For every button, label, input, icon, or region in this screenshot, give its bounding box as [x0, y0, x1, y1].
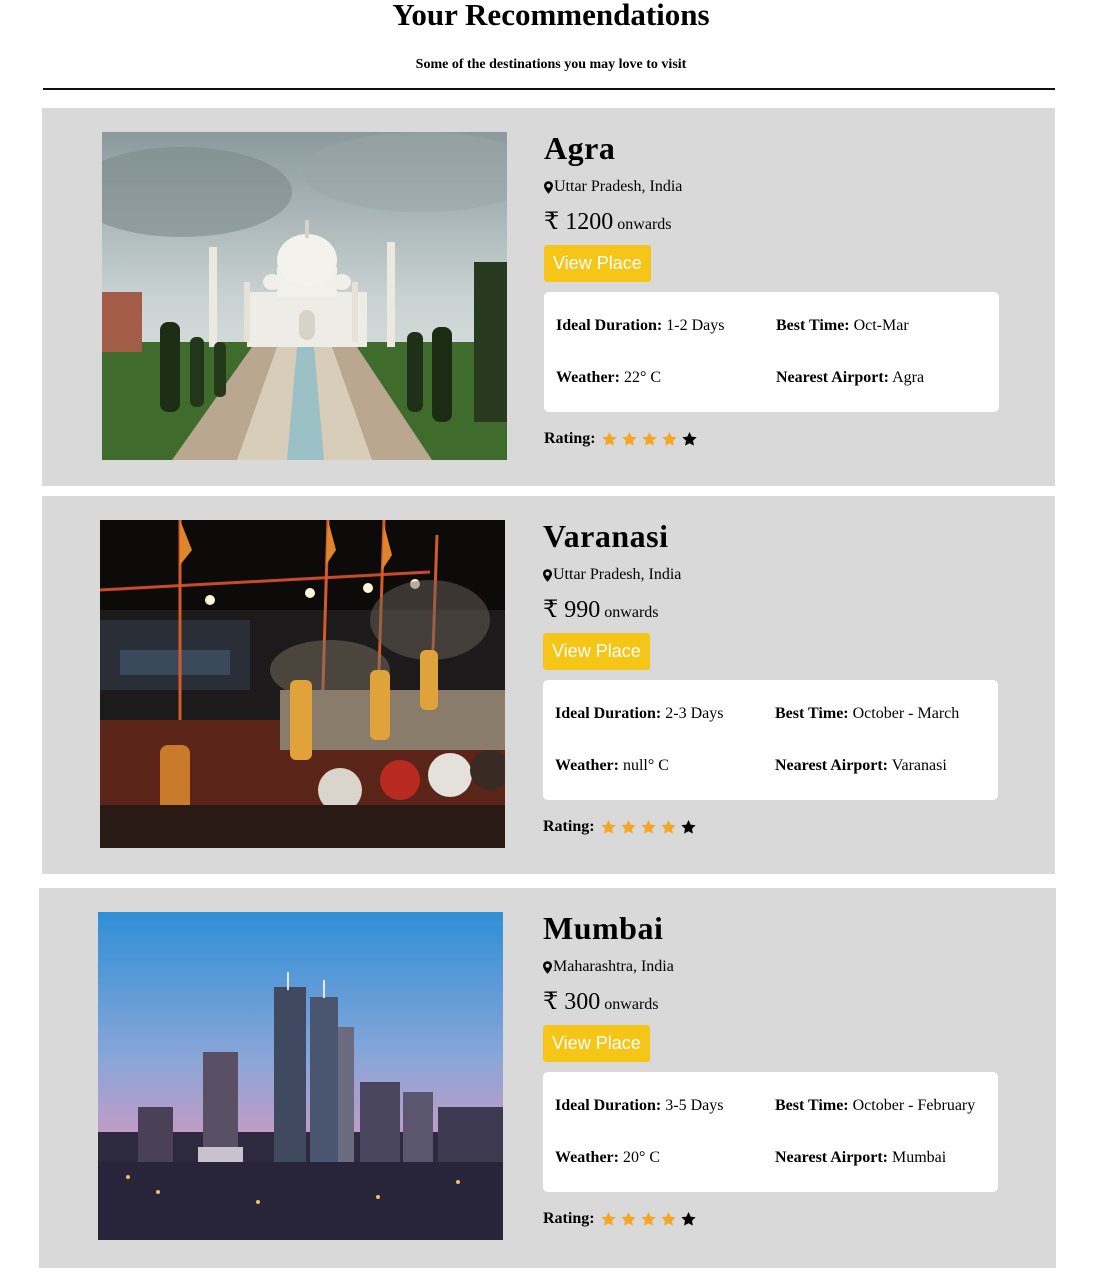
star-filled-icon — [641, 432, 657, 446]
price-suffix: onwards — [617, 216, 672, 233]
ideal-duration: Ideal Duration: 2-3 Days — [555, 705, 724, 722]
place-card-varanasi: Varanasi Uttar Pradesh, India ₹ 990 onwa… — [42, 496, 1055, 874]
star-filled-icon — [621, 432, 637, 446]
taj-mahal-photo — [102, 132, 507, 460]
rating-stars — [600, 1211, 700, 1227]
place-card-agra: Agra Uttar Pradesh, India ₹ 1200 onwards… — [42, 108, 1055, 486]
place-name: Varanasi — [543, 518, 669, 554]
place-location: Maharashtra, India — [543, 956, 1003, 978]
weather: Weather: null° C — [555, 757, 669, 774]
rating-label: Rating: — [543, 818, 595, 835]
view-place-button[interactable]: View Place — [543, 633, 650, 670]
mumbai-skyline-photo — [98, 912, 503, 1240]
price-amount: ₹ 300 — [543, 989, 601, 1015]
view-place-button[interactable]: View Place — [544, 245, 651, 282]
star-filled-icon — [601, 432, 617, 446]
place-price: ₹ 1200 onwards — [544, 208, 1004, 239]
header-divider — [43, 88, 1055, 90]
place-info: Varanasi Uttar Pradesh, India ₹ 990 onwa… — [543, 514, 1003, 838]
place-rating: Rating: — [544, 428, 1004, 450]
view-place-button[interactable]: View Place — [543, 1025, 650, 1062]
best-time: Best Time: Oct-Mar — [776, 317, 909, 334]
star-filled-icon — [640, 820, 656, 834]
place-rating: Rating: — [543, 816, 1003, 838]
location-text: Uttar Pradesh, India — [553, 566, 682, 583]
place-rating: Rating: — [543, 1208, 1003, 1230]
star-filled-icon — [600, 1212, 616, 1226]
location-text: Maharashtra, India — [553, 958, 674, 975]
map-pin-icon — [543, 568, 552, 582]
star-filled-icon — [600, 820, 616, 834]
price-amount: ₹ 990 — [543, 597, 601, 623]
ganga-aarti-photo — [100, 520, 505, 848]
best-time: Best Time: October - February — [775, 1097, 976, 1114]
star-filled-icon — [620, 820, 636, 834]
place-name: Mumbai — [543, 910, 664, 946]
star-filled-icon — [660, 1212, 676, 1226]
weather: Weather: 22° C — [556, 369, 662, 386]
star-empty-icon — [681, 432, 697, 446]
price-amount: ₹ 1200 — [544, 209, 614, 235]
place-card-mumbai: Mumbai Maharashtra, India ₹ 300 onwards … — [39, 888, 1056, 1268]
page-title: Your Recommendations — [392, 0, 710, 32]
ideal-duration: Ideal Duration: 1-2 Days — [556, 317, 725, 334]
rating-label: Rating: — [543, 1210, 595, 1227]
nearest-airport: Nearest Airport: Mumbai — [775, 1149, 947, 1166]
place-details: Ideal Duration: 2-3 Days Best Time: Octo… — [543, 680, 998, 800]
star-empty-icon — [680, 1212, 696, 1226]
weather: Weather: 20° C — [555, 1149, 661, 1166]
nearest-airport: Nearest Airport: Varanasi — [775, 757, 947, 774]
star-filled-icon — [661, 432, 677, 446]
map-pin-icon — [544, 180, 553, 194]
place-details: Ideal Duration: 3-5 Days Best Time: Octo… — [543, 1072, 998, 1192]
rating-stars — [600, 819, 700, 835]
place-location: Uttar Pradesh, India — [543, 564, 1003, 586]
map-pin-icon — [543, 960, 552, 974]
price-suffix: onwards — [604, 604, 659, 621]
star-filled-icon — [660, 820, 676, 834]
star-filled-icon — [640, 1212, 656, 1226]
place-info: Agra Uttar Pradesh, India ₹ 1200 onwards… — [544, 126, 1004, 450]
place-name: Agra — [544, 130, 616, 166]
location-text: Uttar Pradesh, India — [554, 178, 683, 195]
rating-stars — [601, 431, 701, 447]
place-price: ₹ 990 onwards — [543, 596, 1003, 627]
price-suffix: onwards — [604, 996, 659, 1013]
star-empty-icon — [680, 820, 696, 834]
best-time: Best Time: October - March — [775, 705, 960, 722]
place-info: Mumbai Maharashtra, India ₹ 300 onwards … — [543, 906, 1003, 1230]
star-filled-icon — [620, 1212, 636, 1226]
place-price: ₹ 300 onwards — [543, 988, 1003, 1019]
rating-label: Rating: — [544, 430, 596, 447]
page-subtitle: Some of the destinations you may love to… — [415, 57, 687, 72]
ideal-duration: Ideal Duration: 3-5 Days — [555, 1097, 724, 1114]
nearest-airport: Nearest Airport: Agra — [776, 369, 925, 386]
place-details: Ideal Duration: 1-2 Days Best Time: Oct-… — [544, 292, 999, 412]
place-location: Uttar Pradesh, India — [544, 176, 1004, 198]
